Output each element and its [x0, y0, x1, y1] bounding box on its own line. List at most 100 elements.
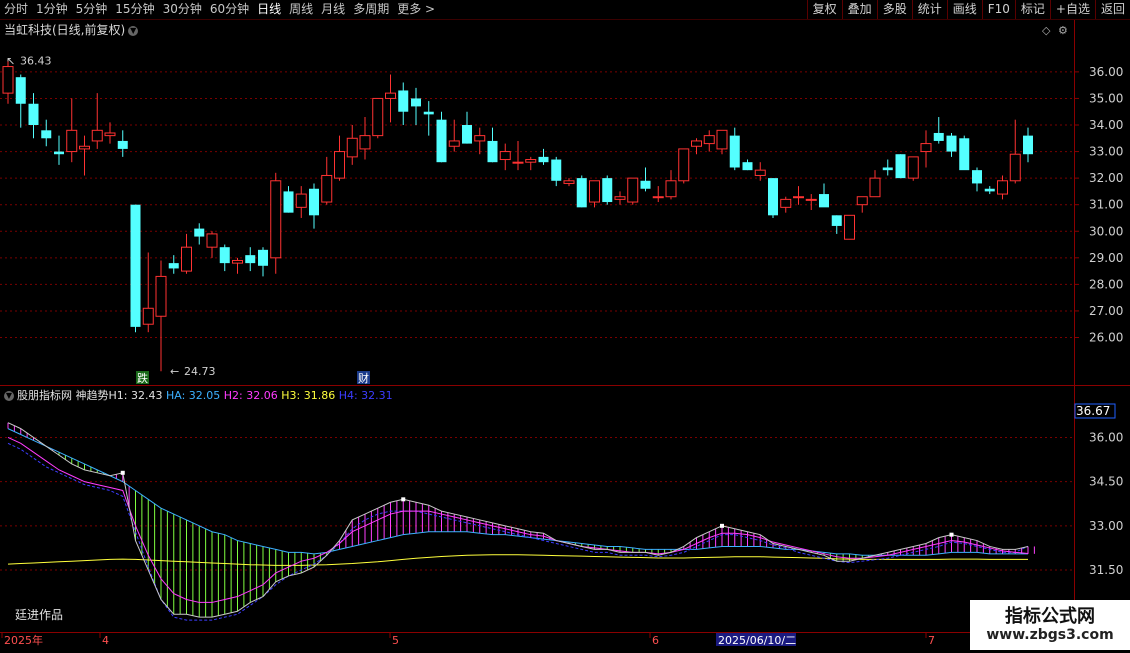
period-tab-9[interactable]: 多周期	[349, 0, 393, 19]
tool-button-2[interactable]: 多股	[876, 0, 912, 19]
candle-body-down	[130, 204, 141, 327]
candle-body-up	[627, 177, 639, 203]
candle-body-up	[270, 180, 282, 259]
period-tab-2[interactable]: 5分钟	[72, 0, 112, 19]
chevron-down-icon[interactable]: ▼	[128, 25, 139, 36]
candle-body-up	[372, 97, 384, 137]
candle-body-down	[742, 162, 753, 171]
candle-body-down	[831, 215, 842, 226]
tool-button-3[interactable]: 统计	[911, 0, 947, 19]
period-tab-4[interactable]: 30分钟	[159, 0, 206, 19]
candle-body-down	[1023, 135, 1033, 155]
candle-body-up	[691, 140, 702, 147]
candle-body-up	[805, 198, 817, 201]
settings-icon[interactable]: ⚙	[1058, 24, 1068, 37]
indicator-legend: ▼ 股朋指标网 神趋势H1: 32.43 HA: 32.05 H2: 32.06 …	[4, 387, 393, 403]
stock-title[interactable]: 当虹科技(日线,前复权) ▼	[4, 21, 139, 38]
candle-body-up	[652, 196, 664, 199]
candle-body-down	[219, 247, 230, 264]
candle-body-up	[334, 151, 345, 179]
legend-h4: H4: 32.31	[338, 389, 393, 402]
time-label: 4	[102, 634, 109, 647]
candle-body-up	[66, 129, 78, 153]
candle-body-up	[614, 196, 626, 200]
tool-button-1[interactable]: 叠加	[841, 0, 877, 19]
tool-button-4[interactable]: 画线	[946, 0, 982, 19]
candle-body-down	[729, 135, 740, 168]
candle-body-down	[768, 178, 778, 216]
candle-body-down	[959, 138, 970, 171]
cursor-date-label: 2025/06/10/二	[718, 634, 796, 647]
candle-body-down	[398, 90, 409, 112]
candle-body-up	[91, 129, 103, 142]
main-chart-panel[interactable]: 36.00 35.00 34.00 33.00 32.00 31.00 30.00 29.00…	[0, 20, 1130, 385]
author-note: 廷进作品	[15, 608, 64, 622]
candle-body-up	[1009, 153, 1021, 182]
candle-body-up	[359, 135, 371, 150]
candle-body-down	[538, 156, 549, 163]
low-marker-label: 24.73	[184, 365, 216, 378]
candle-body-up	[474, 135, 486, 142]
time-label: 6	[652, 634, 659, 647]
candle-body-down	[411, 98, 421, 107]
event-badge-label[interactable]: 财	[358, 371, 369, 385]
period-tab-1[interactable]: 1分钟	[32, 0, 72, 19]
candle-body-down	[41, 130, 52, 139]
candle-body-down	[436, 119, 447, 163]
candle-body-up	[844, 214, 855, 240]
current-value-label: 36.67	[1076, 404, 1110, 418]
period-selector: 分时 1分钟 5分钟 15分钟 30分钟 60分钟 日线 周线 月线 多周期 更多 >	[0, 0, 439, 19]
candle-body-down	[309, 188, 319, 216]
period-tab-6[interactable]: 日线	[253, 0, 285, 19]
tool-button-5[interactable]: F10	[981, 0, 1015, 19]
period-tab-7[interactable]: 周线	[285, 0, 317, 19]
candle-body-down	[245, 255, 256, 264]
candle-body-down	[551, 159, 562, 181]
candle-body-down	[117, 140, 128, 149]
candle-body-down	[28, 103, 39, 125]
tool-button-6[interactable]: 标记	[1014, 0, 1050, 19]
candle-body-up	[448, 140, 460, 147]
candle-body-down	[54, 151, 64, 155]
candle-body-up	[232, 259, 243, 264]
indicator-tick-label: 34.50	[1089, 475, 1123, 489]
chevron-down-icon[interactable]: ▼	[4, 391, 14, 401]
price-tick-label: 33.00	[1089, 145, 1123, 159]
indicator-panel[interactable]: 36.00 34.50 33.00 31.50 36.67	[0, 386, 1130, 632]
tool-button-8[interactable]: 返回	[1094, 0, 1130, 19]
period-tab-8[interactable]: 月线	[317, 0, 349, 19]
candle-body-down	[576, 178, 587, 208]
candle-body-up	[295, 193, 307, 208]
candle-body-up	[665, 180, 677, 198]
candle-body-down	[933, 132, 944, 141]
candle-body-up	[206, 233, 218, 248]
candlestick-chart[interactable]: 36.00 35.00 34.00 33.00 32.00 31.00 30.00 29.00…	[0, 20, 1130, 385]
candle-body-down	[283, 191, 294, 213]
candle-body-up	[2, 66, 14, 94]
period-tab-10[interactable]: 更多 >	[393, 0, 439, 19]
candle-body-up	[856, 196, 868, 206]
candle-body-down	[423, 111, 434, 115]
tool-button-7[interactable]: +自选	[1049, 0, 1095, 19]
candle-body-up	[525, 159, 537, 163]
candle-body-up	[907, 156, 919, 179]
price-tick-label: 27.00	[1089, 304, 1123, 318]
candle-body-down	[972, 170, 982, 184]
candle-body-up	[346, 137, 358, 158]
watermark-title: 指标公式网	[1005, 606, 1095, 627]
candle-body-up	[155, 275, 167, 317]
period-tab-3[interactable]: 15分钟	[111, 0, 158, 19]
legend-h2: H2: 32.06	[223, 389, 278, 402]
indicator-tick-label: 36.00	[1089, 430, 1123, 444]
period-tab-5[interactable]: 60分钟	[206, 0, 253, 19]
stock-title-text: 当虹科技(日线,前复权)	[4, 23, 126, 37]
price-tick-label: 30.00	[1089, 224, 1123, 238]
event-badge-label[interactable]: 跌	[137, 371, 148, 385]
price-tick-label: 29.00	[1089, 251, 1123, 265]
candle-body-up	[780, 198, 792, 208]
period-tab-0[interactable]: 分时	[0, 0, 32, 19]
price-tick-label: 28.00	[1089, 277, 1123, 291]
indicator-chart[interactable]: 36.00 34.50 33.00 31.50 36.67	[0, 386, 1130, 632]
tool-button-0[interactable]: 复权	[806, 0, 842, 19]
diamond-icon[interactable]: ◇	[1042, 24, 1051, 37]
